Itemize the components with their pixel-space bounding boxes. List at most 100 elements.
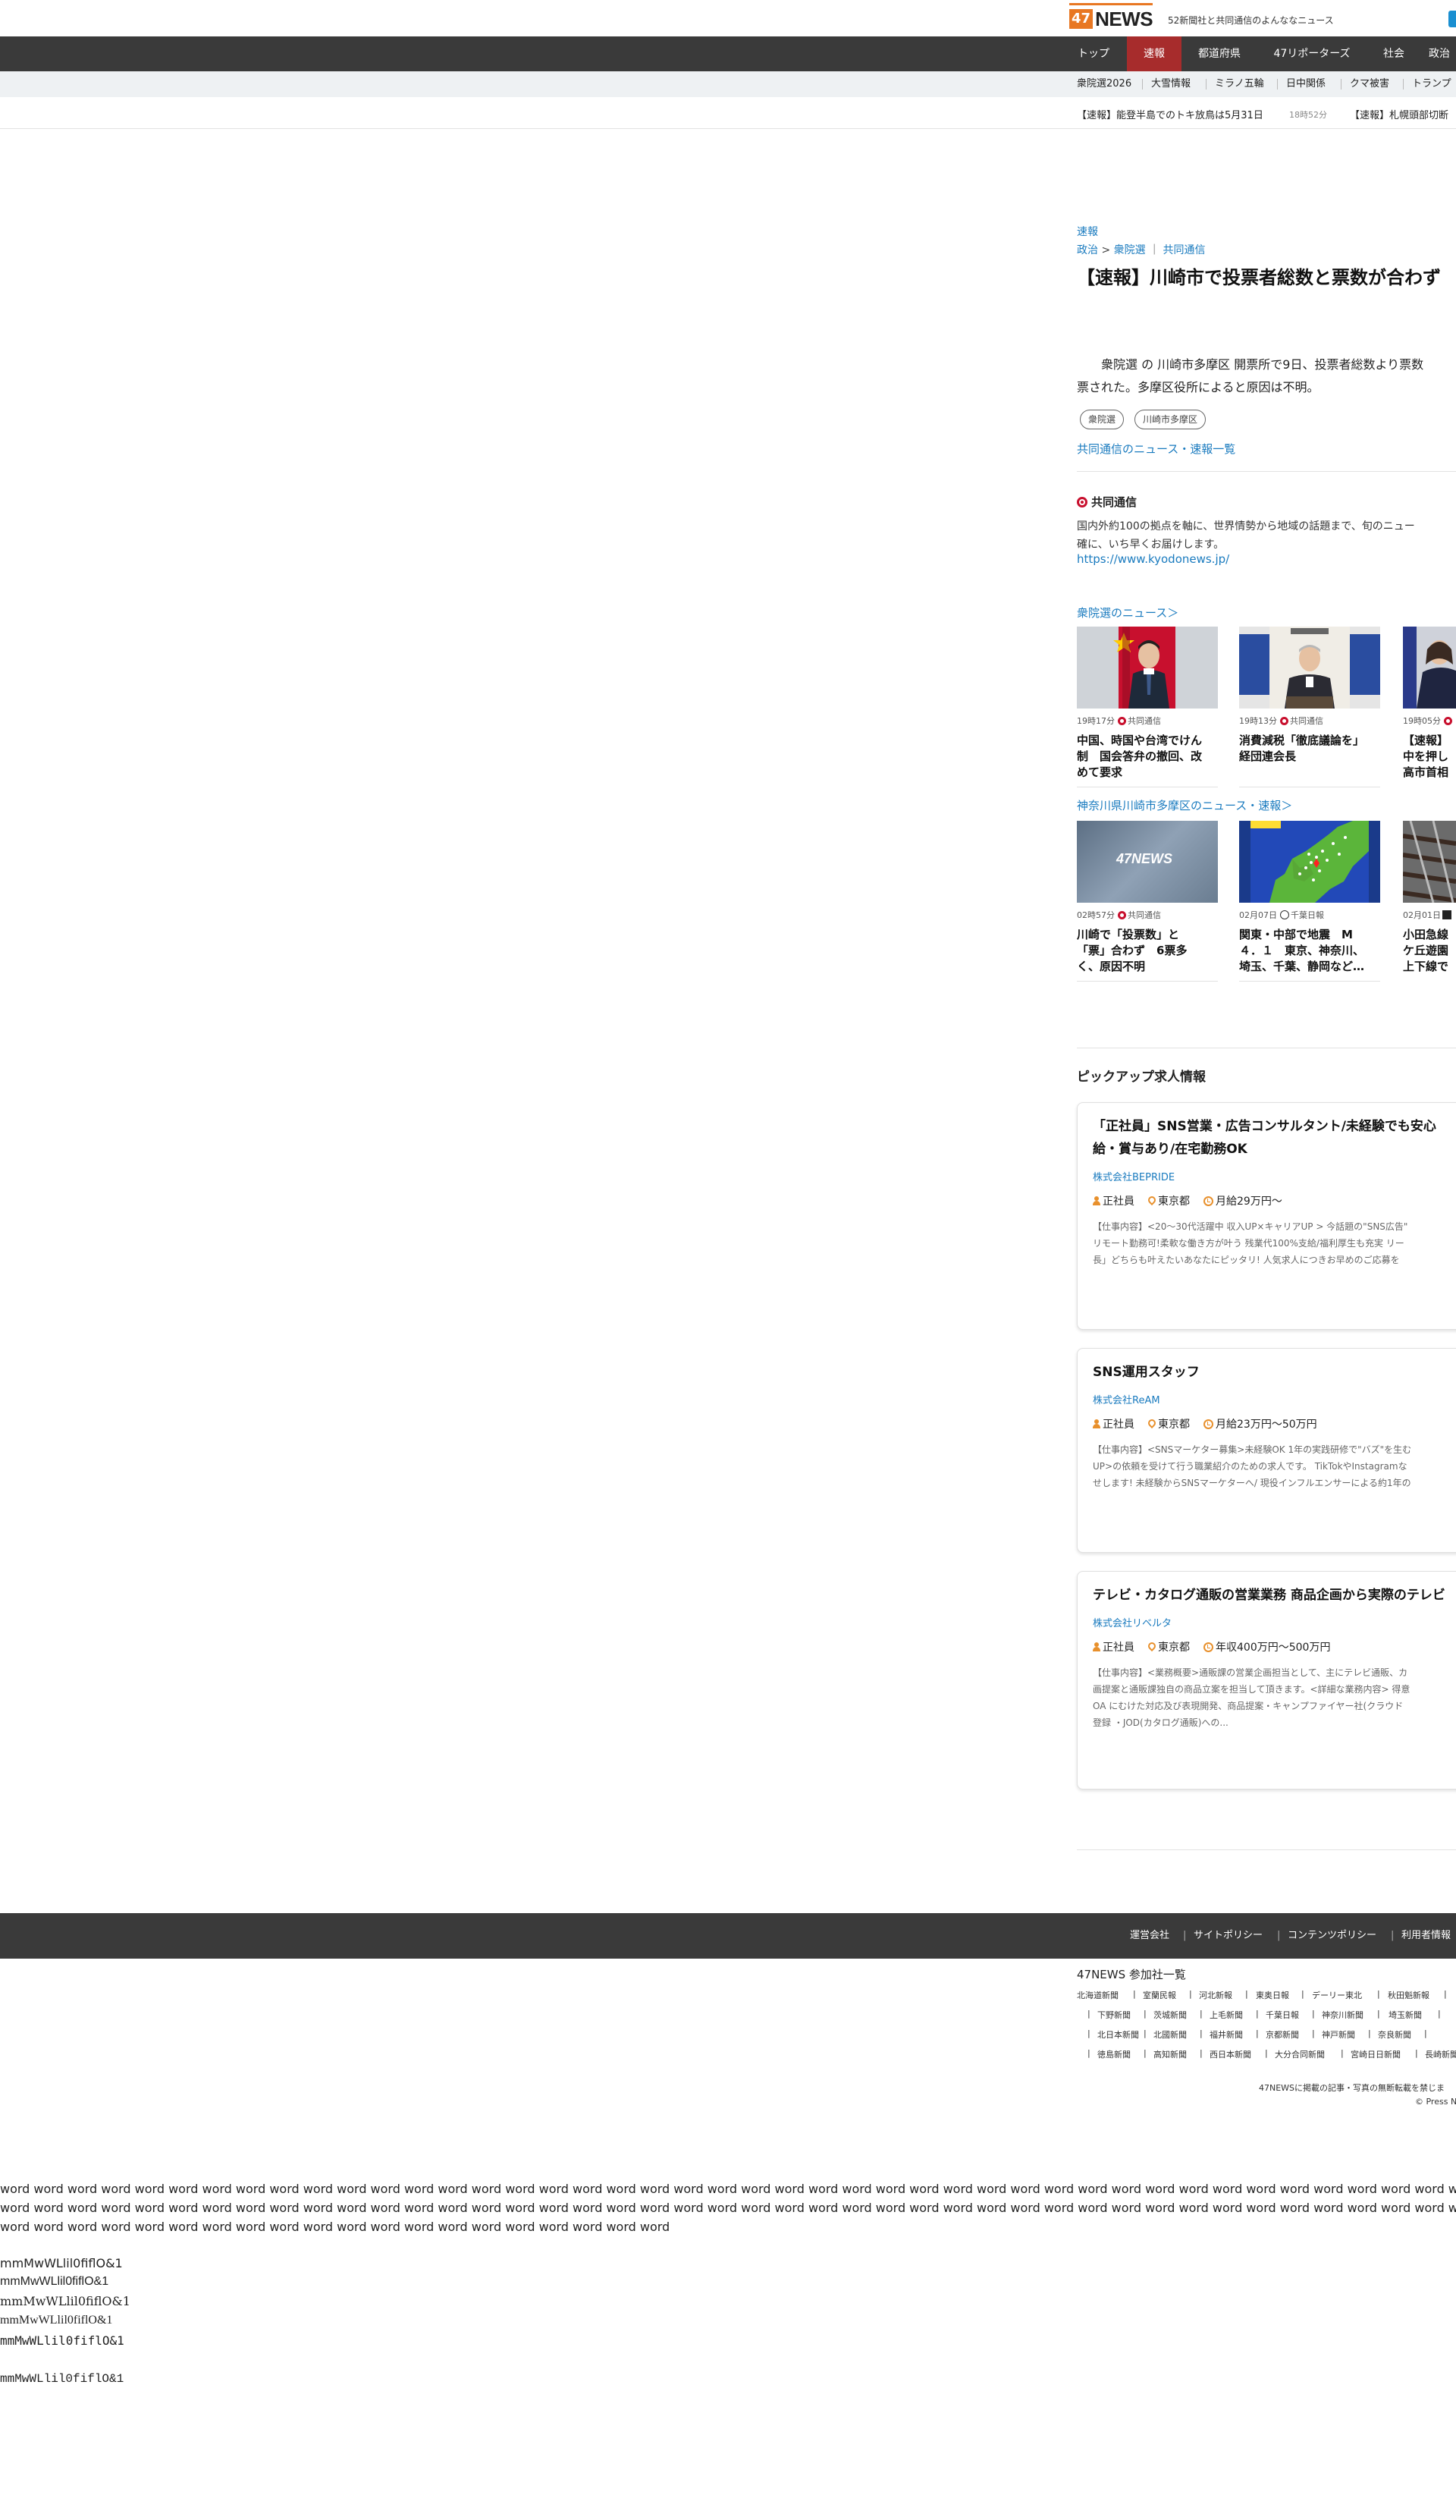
topic-olympics[interactable]: ミラノ五輪 bbox=[1215, 71, 1264, 97]
member-paper-link[interactable]: 大分合同新聞 bbox=[1275, 2048, 1325, 2060]
site-logo[interactable]: 47 NEWS bbox=[1069, 8, 1153, 30]
job-description: 【仕事内容】<SNSマーケター募集>未経験OK 1年の実践研修で"バズ"を生む … bbox=[1093, 1441, 1411, 1491]
ticker-item[interactable]: 【速報】能登半島でのトキ放鳥は5月31日 bbox=[1077, 107, 1263, 121]
job-card[interactable]: テレビ・カタログ通販の営業業務 商品企画から実際のテレビ 株式会社リベルタ 正社… bbox=[1077, 1571, 1456, 1789]
member-paper-link[interactable]: 福井新聞 bbox=[1210, 2028, 1243, 2041]
nav-item-breaking[interactable]: 速報 bbox=[1127, 36, 1181, 71]
job-title: SNS運用スタッフ bbox=[1093, 1361, 1200, 1384]
footer-separator: | bbox=[1183, 1930, 1187, 1941]
member-paper-link[interactable]: デーリー東北 bbox=[1312, 1989, 1362, 2001]
nav-item-reporters[interactable]: 47リポーターズ bbox=[1265, 36, 1359, 71]
news-time: 02月01日 bbox=[1403, 910, 1441, 920]
tag-tama-ward[interactable]: 川崎市多摩区 bbox=[1134, 410, 1207, 429]
provider-url[interactable]: https://www.kyodonews.jp/ bbox=[1077, 552, 1229, 566]
member-separator: | bbox=[1312, 2028, 1315, 2038]
kyodo-logo-icon bbox=[1077, 496, 1087, 507]
job-card[interactable]: 「正社員」SNS営業・広告コンサルタント/未経験でも安心 給・賞与あり/在宅勤務… bbox=[1077, 1102, 1456, 1330]
member-paper-link[interactable]: 下野新聞 bbox=[1097, 2009, 1131, 2021]
job-company[interactable]: 株式会社ReAM bbox=[1093, 1392, 1160, 1406]
topic-snow[interactable]: 大雪情報 bbox=[1151, 71, 1191, 97]
footer-link-user-info[interactable]: 利用者情報 bbox=[1401, 1913, 1451, 1959]
nav-item-top[interactable]: トップ bbox=[1069, 36, 1118, 71]
news-title-line: 経団連会長 bbox=[1239, 749, 1297, 763]
topic-election[interactable]: 衆院選2026 bbox=[1077, 71, 1131, 97]
header-action-button[interactable] bbox=[1448, 11, 1456, 27]
job-description-line: リモート勤務可!柔軟な働き方が叶う 残業代100%支給/福利厚生も充実 リー bbox=[1093, 1238, 1404, 1249]
topic-bear[interactable]: クマ被害 bbox=[1350, 71, 1389, 97]
kyodo-logo-icon bbox=[1118, 716, 1126, 725]
nav-item-politics[interactable]: 政治 bbox=[1429, 36, 1456, 71]
member-paper-link[interactable]: 北國新聞 bbox=[1153, 2028, 1187, 2041]
job-company[interactable]: 株式会社BEPRIDE bbox=[1093, 1169, 1175, 1183]
job-description-line: 【仕事内容】<業務概要>通販課の営業企画担当として、主にテレビ通販、カ bbox=[1093, 1667, 1408, 1678]
breadcrumb-separator: > bbox=[1098, 244, 1114, 256]
member-paper-link[interactable]: 茨城新聞 bbox=[1153, 2009, 1187, 2021]
member-paper-link[interactable]: 秋田魁新報 bbox=[1388, 1989, 1429, 2001]
member-paper-link[interactable]: 高知新聞 bbox=[1153, 2048, 1187, 2060]
member-paper-link[interactable]: 奈良新聞 bbox=[1378, 2028, 1411, 2041]
topic-separator bbox=[1206, 79, 1207, 90]
nav-item-society[interactable]: 社会 bbox=[1374, 36, 1414, 71]
job-type: 正社員 bbox=[1103, 1642, 1134, 1654]
member-paper-link[interactable]: 京都新聞 bbox=[1266, 2028, 1299, 2041]
section-local-news-title[interactable]: 神奈川県川崎市多摩区のニュース・速報＞ bbox=[1077, 797, 1292, 813]
filler-text-line: word word word word word word word word … bbox=[0, 2182, 1456, 2196]
member-papers-title: 47NEWS 参加社一覧 bbox=[1077, 1968, 1186, 1981]
font-sample-line: mmMwWLlil0fiflO&1 bbox=[0, 2275, 109, 2288]
footer-separator: | bbox=[1391, 1930, 1395, 1941]
member-separator: | bbox=[1256, 2009, 1259, 2019]
source-news-list-link[interactable]: 共同通信のニュース・速報一覧 bbox=[1077, 441, 1235, 457]
member-paper-link[interactable]: 埼玉新聞 bbox=[1389, 2009, 1422, 2021]
footer-link-site-policy[interactable]: サイトポリシー bbox=[1194, 1913, 1263, 1959]
footer-link-content-policy[interactable]: コンテンツポリシー bbox=[1288, 1913, 1376, 1959]
news-thumbnail bbox=[1239, 627, 1380, 709]
job-card[interactable]: SNS運用スタッフ 株式会社ReAM 正社員 東京都 月給23万円〜50万円 【… bbox=[1077, 1348, 1456, 1553]
member-paper-link[interactable]: 長崎新聞 bbox=[1425, 2048, 1456, 2060]
member-paper-link[interactable]: 上毛新聞 bbox=[1210, 2009, 1243, 2021]
member-paper-link[interactable]: 河北新報 bbox=[1199, 1989, 1232, 2001]
news-card[interactable]: 19時17分 共同通信 中国、時国や台湾でけん 制 国会答弁の撤回、改 めて要求 bbox=[1077, 627, 1218, 787]
member-paper-link[interactable]: 東奥日報 bbox=[1256, 1989, 1289, 2001]
logo-number: 47 bbox=[1069, 9, 1094, 29]
chiba-nippo-logo-icon bbox=[1280, 910, 1289, 919]
member-separator: | bbox=[1377, 1989, 1380, 1999]
member-paper-link[interactable]: 室蘭民報 bbox=[1143, 1989, 1176, 2001]
article-kind[interactable]: 速報 bbox=[1077, 224, 1098, 239]
job-description-line: OA にむけた対応及び表現開発、商品提案・キャンプファイヤー社(クラウド bbox=[1093, 1701, 1404, 1711]
job-type: 正社員 bbox=[1103, 1419, 1134, 1431]
copyright: © Press N bbox=[1415, 2097, 1456, 2107]
news-card[interactable]: 02月07日 千葉日報 関東・中部で地震 M ４．１ 東京、神奈川、 埼玉、千葉… bbox=[1239, 821, 1380, 982]
member-paper-link[interactable]: 西日本新聞 bbox=[1210, 2048, 1251, 2060]
member-paper-link[interactable]: 徳島新聞 bbox=[1097, 2048, 1131, 2060]
topic-japan-china[interactable]: 日中関係 bbox=[1286, 71, 1326, 97]
member-paper-link[interactable]: 宮崎日日新聞 bbox=[1351, 2048, 1401, 2060]
news-thumbnail bbox=[1077, 627, 1218, 709]
news-card[interactable]: 02月01日 小田急線 ケ丘遊園 上下線で bbox=[1403, 821, 1456, 975]
footer-link-company[interactable]: 運営会社 bbox=[1130, 1913, 1169, 1959]
job-title: テレビ・カタログ通販の営業業務 商品企画から実際のテレビ bbox=[1093, 1584, 1445, 1607]
topic-separator bbox=[1403, 79, 1404, 90]
news-card[interactable]: 19時13分 共同通信 消費減税「徹底議論を」 経団連会長 bbox=[1239, 627, 1380, 787]
news-title: 川崎で「投票数」と 「票」合わず 6票多 く、原因不明 bbox=[1077, 927, 1218, 975]
kyodo-logo-icon bbox=[1118, 910, 1126, 919]
member-paper-link[interactable]: 北日本新聞 bbox=[1097, 2028, 1139, 2041]
job-company[interactable]: 株式会社リベルタ bbox=[1093, 1615, 1172, 1629]
nav-item-prefectures[interactable]: 都道府県 bbox=[1191, 36, 1248, 71]
breadcrumb-category[interactable]: 政治 bbox=[1077, 244, 1098, 256]
news-card[interactable]: 19時05分 【速報】 中を押し 高市首相 bbox=[1403, 627, 1456, 781]
breadcrumb-source[interactable]: 共同通信 bbox=[1163, 244, 1206, 256]
job-description-line: UP>の依頼を受けて行う職業紹介のための求人です。 TikTokやInstagr… bbox=[1093, 1461, 1407, 1472]
member-paper-link[interactable]: 北海道新聞 bbox=[1077, 1989, 1119, 2001]
breadcrumb-sub[interactable]: 衆院選 bbox=[1114, 244, 1146, 256]
member-paper-link[interactable]: 千葉日報 bbox=[1266, 2009, 1299, 2021]
provider-description: 国内外約100の拠点を軸に、世界情勢から地域の話題まで、旬のニュー 確に、いち早… bbox=[1077, 517, 1456, 554]
ticker-time: 18時52分 bbox=[1289, 110, 1327, 120]
topic-trump[interactable]: トランプ bbox=[1412, 71, 1451, 97]
news-card[interactable]: 47NEWS 02時57分 共同通信 川崎で「投票数」と 「票」合わず 6票多 … bbox=[1077, 821, 1218, 982]
thumbnail-logo: 47NEWS bbox=[1116, 851, 1173, 866]
ticker-item[interactable]: 【速報】札幌頭部切断 bbox=[1350, 107, 1448, 121]
section-election-news-title[interactable]: 衆院選のニュース＞ bbox=[1077, 605, 1178, 621]
member-paper-link[interactable]: 神奈川新聞 bbox=[1322, 2009, 1363, 2021]
tag-election[interactable]: 衆院選 bbox=[1080, 410, 1125, 429]
member-paper-link[interactable]: 神戸新聞 bbox=[1322, 2028, 1355, 2041]
